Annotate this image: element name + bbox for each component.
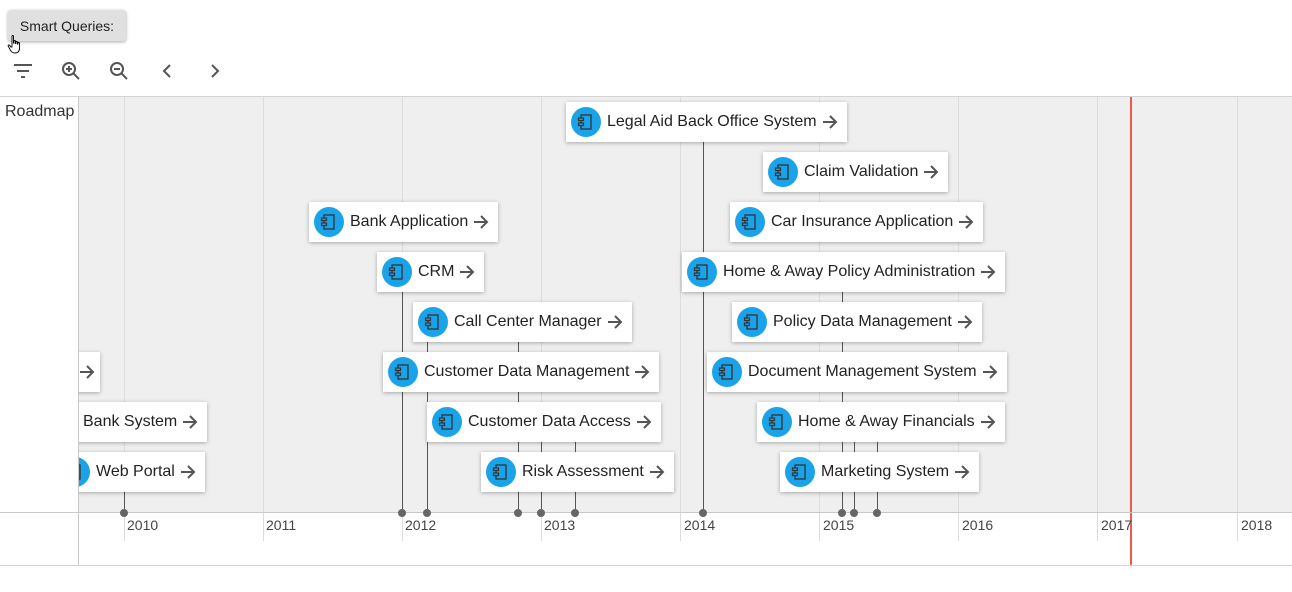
- filter-icon[interactable]: [8, 56, 38, 86]
- milestone-dot: [838, 509, 846, 517]
- year-tick-label: 2011: [266, 517, 297, 533]
- roadmap-item-home-away-financials[interactable]: Home & Away Financials: [757, 402, 1005, 442]
- milestone-dot: [537, 509, 545, 517]
- milestone-dot: [571, 509, 579, 517]
- roadmap-item-customer-data-management[interactable]: Customer Data Management: [383, 352, 660, 392]
- arrow-right-icon: [959, 215, 974, 229]
- arrow-right-icon: [982, 365, 997, 379]
- milestone-dot: [514, 509, 522, 517]
- arrow-right-icon: [635, 365, 650, 379]
- roadmap-item-customer-data-access[interactable]: Customer Data Access: [427, 402, 661, 442]
- application-component-icon: [382, 257, 412, 287]
- application-component-icon: [737, 307, 767, 337]
- roadmap-toolbar: [0, 56, 260, 86]
- roadmap-item-label: Bank Application: [350, 213, 469, 230]
- roadmap-item-document-management-system[interactable]: Document Management System: [707, 352, 1007, 392]
- roadmap-bottom-border: [0, 565, 1292, 566]
- arrow-right-icon: [955, 465, 970, 479]
- arrow-right-icon: [607, 315, 623, 329]
- year-tick-label: 2012: [405, 517, 437, 533]
- roadmap-item-label: Legal Aid Back Office System: [607, 113, 817, 130]
- roadmap-item-home-away-policy-administration[interactable]: Home & Away Policy Administration: [682, 252, 1006, 292]
- application-component-icon: [388, 357, 418, 387]
- roadmap-item-car-insurance-application[interactable]: Car Insurance Application: [730, 202, 984, 242]
- arrow-right-icon: [636, 415, 652, 429]
- milestone-dot: [423, 509, 431, 517]
- arrow-right-icon: [980, 415, 996, 429]
- roadmap-item-claim-validation[interactable]: Claim Validation: [763, 152, 949, 192]
- chevron-left-icon[interactable]: [152, 56, 182, 86]
- year-tick-label: 2013: [544, 517, 576, 533]
- milestone-dot: [850, 509, 858, 517]
- year-tick-label: 2015: [823, 517, 855, 533]
- arrow-right-icon: [474, 215, 489, 229]
- roadmap-item-label: CRM: [418, 263, 455, 280]
- roadmap-item-label: Home & Away Policy Administration: [723, 263, 976, 280]
- year-tick-label: 2016: [962, 517, 994, 533]
- application-component-icon: [687, 257, 717, 287]
- roadmap-item-web-portal[interactable]: Web Portal: [79, 452, 205, 492]
- roadmap-item-legal-aid-back-office-system[interactable]: Legal Aid Back Office System: [566, 102, 847, 142]
- roadmap-item-label: Customer Data Access: [468, 413, 631, 430]
- arrow-right-icon: [822, 115, 838, 129]
- roadmap-item-label: Marketing System: [821, 463, 950, 480]
- zoom-out-icon[interactable]: [104, 56, 134, 86]
- roadmap-item-label: Document Management System: [748, 363, 977, 380]
- application-component-icon: [762, 407, 792, 437]
- application-component-icon: [785, 457, 815, 487]
- hand-cursor-icon: [7, 35, 20, 54]
- zoom-in-icon[interactable]: [56, 56, 86, 86]
- smart-queries-button[interactable]: Smart Queries:: [8, 10, 126, 41]
- application-component-icon: [571, 107, 601, 137]
- application-component-icon: [712, 357, 742, 387]
- application-component-icon: [486, 457, 516, 487]
- arrow-right-icon: [183, 415, 198, 429]
- application-component-icon: [418, 307, 448, 337]
- roadmap-item-call-center-manager[interactable]: Call Center Manager: [413, 302, 632, 342]
- arrow-right-icon: [957, 315, 973, 329]
- chevron-right-icon[interactable]: [200, 56, 230, 86]
- roadmap-item-label: Car Insurance Application: [771, 213, 954, 230]
- time-axis: [0, 512, 1292, 513]
- lane-label: Roadmap: [5, 103, 75, 120]
- roadmap-item-label: Web Portal: [96, 463, 175, 480]
- arrow-right-icon: [460, 265, 475, 279]
- roadmap-item-offscreen[interactable]: [79, 352, 100, 392]
- milestone-dot: [120, 509, 128, 517]
- application-component-icon: [735, 207, 765, 237]
- year-tick-label: 2010: [127, 517, 159, 533]
- milestone-dot: [873, 509, 881, 517]
- application-component-icon: [79, 457, 90, 487]
- arrow-right-icon: [80, 365, 95, 379]
- arrow-right-icon: [924, 165, 939, 179]
- roadmap-item-marketing-system[interactable]: Marketing System: [780, 452, 980, 492]
- year-tick-label: 2014: [684, 517, 716, 533]
- application-component-icon: [314, 207, 344, 237]
- roadmap-item-label: Customer Data Management: [424, 363, 630, 380]
- milestone-dot: [699, 509, 707, 517]
- arrow-right-icon: [649, 465, 665, 479]
- milestone-dot: [398, 509, 406, 517]
- year-tick-label: 2018: [1241, 517, 1273, 533]
- roadmap-item-label: Policy Data Management: [773, 313, 952, 330]
- year-tick-label: 2017: [1101, 517, 1133, 533]
- roadmap-item-bank-system[interactable]: Bank System: [79, 402, 208, 442]
- roadmap-item-label: Risk Assessment: [522, 463, 644, 480]
- roadmap-item-label: Call Center Manager: [454, 313, 602, 330]
- application-component-icon: [432, 407, 462, 437]
- arrow-right-icon: [981, 265, 996, 279]
- roadmap-item-label: Home & Away Financials: [798, 413, 975, 430]
- roadmap-item-label: Bank System: [83, 413, 178, 430]
- application-component-icon: [768, 157, 798, 187]
- roadmap-lane: Legal Aid Back Office System Claim Valid…: [79, 97, 1292, 512]
- arrow-right-icon: [180, 465, 196, 479]
- roadmap-item-bank-application[interactable]: Bank Application: [309, 202, 499, 242]
- roadmap-item-label: Claim Validation: [804, 163, 919, 180]
- roadmap-item-risk-assessment[interactable]: Risk Assessment: [481, 452, 674, 492]
- roadmap-item-crm[interactable]: CRM: [377, 252, 485, 292]
- roadmap-item-policy-data-management[interactable]: Policy Data Management: [732, 302, 982, 342]
